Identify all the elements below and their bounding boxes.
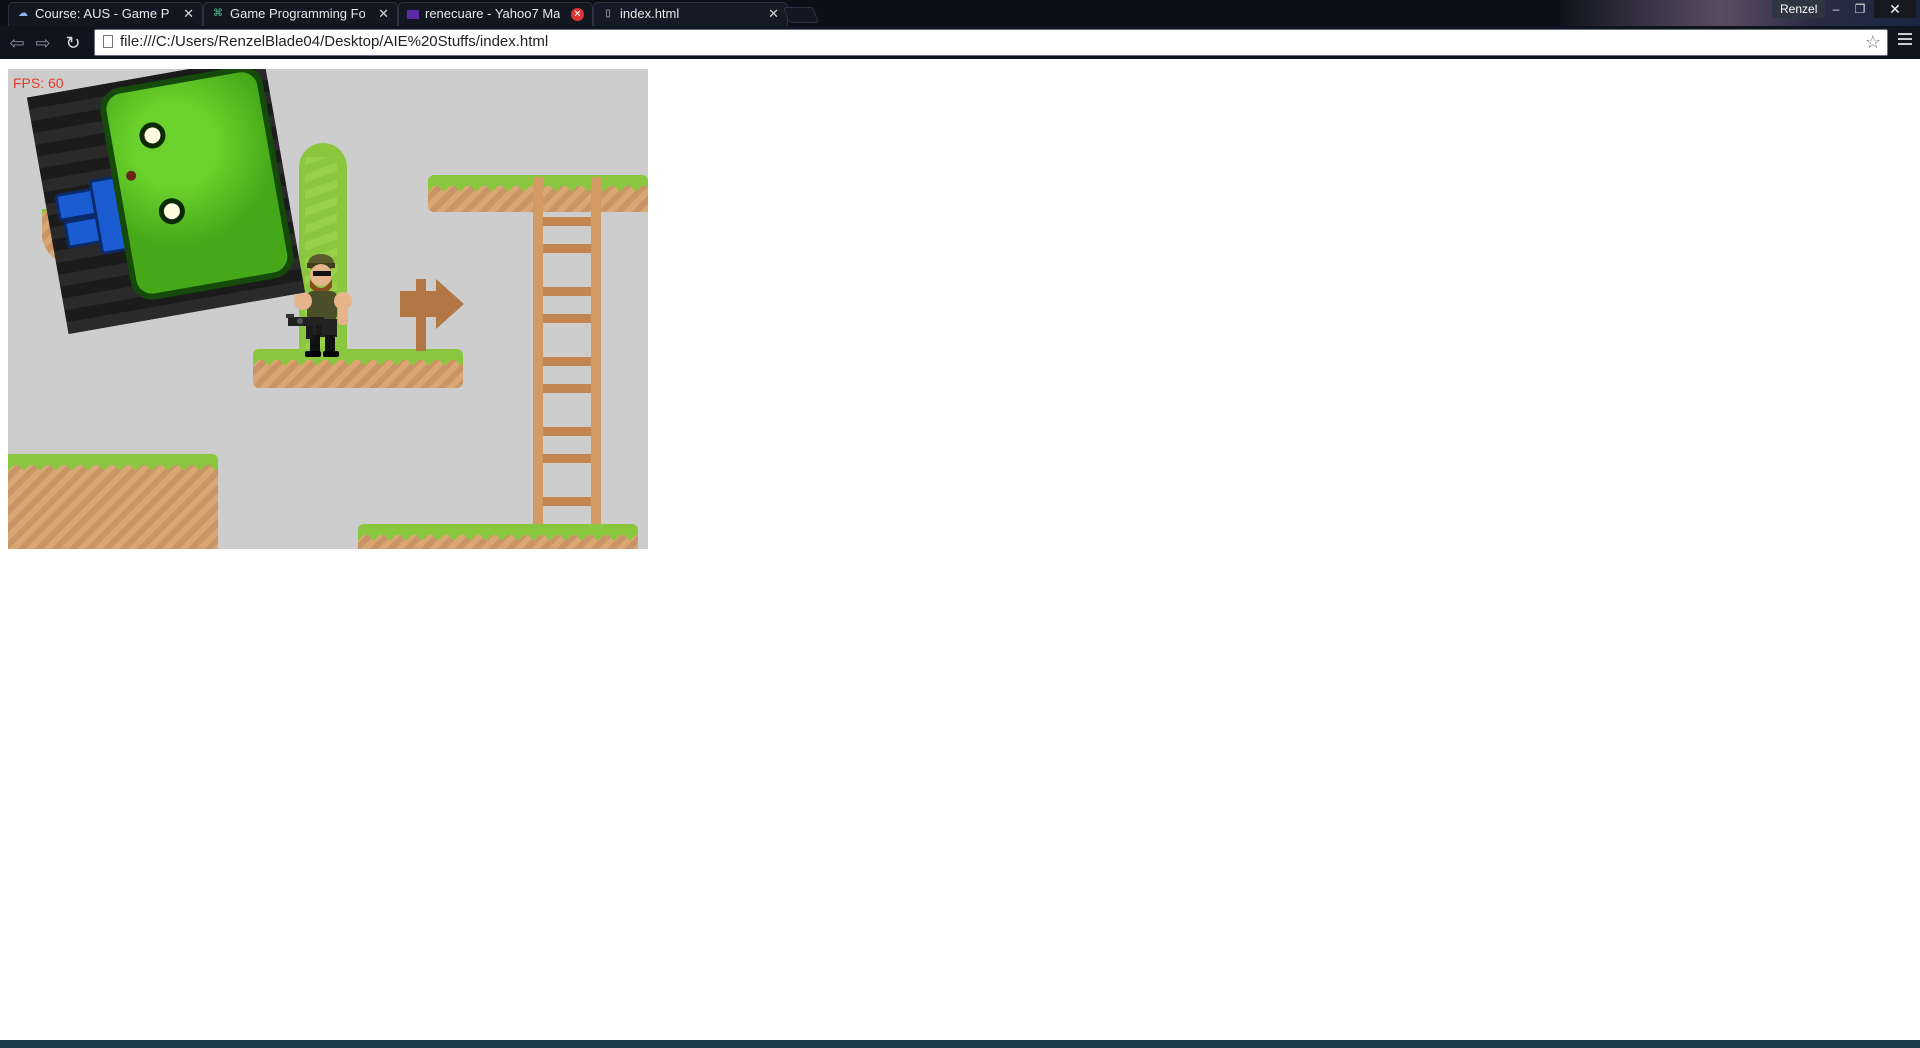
tab-title: Game Programming Foun [230,6,365,21]
yahoo-mail-favicon-icon [407,10,419,19]
ladder-rung [543,384,591,393]
tab-title: index.html [620,6,680,21]
ladder-rail-right [591,177,601,549]
tab-strip: ☁ Course: AUS - Game Prog ✕ ⌘ Game Progr… [0,0,1920,26]
ladder-rung [543,217,591,226]
ladder-rail-left [533,177,543,549]
ladder-rung [543,287,591,296]
tab-yahoo-mail[interactable]: renecuare - Yahoo7 Mail ✕ [398,2,593,26]
ladder-rung [543,244,591,253]
ladder-rung [543,314,591,323]
gun-icon [286,314,324,339]
tab-title: renecuare - Yahoo7 Mail [425,6,560,21]
bottom-right-ground-dirt [358,535,638,549]
bottom-left-ground-dirt [8,465,218,549]
tab-game-programming[interactable]: ⌘ Game Programming Foun ✕ [203,2,398,26]
close-window-button[interactable]: ✕ [1874,0,1916,18]
middle-platform-dirt [253,360,463,388]
tab-close-icon[interactable]: ✕ [768,3,779,25]
enemy-sprite [26,69,306,335]
minimize-button[interactable]: – [1824,0,1848,18]
tab-index-html[interactable]: ▯ index.html ✕ [593,2,788,26]
fps-counter: FPS: 60 [13,75,64,91]
game-canvas[interactable]: FPS: 60 [8,69,648,549]
ladder-rung [543,427,591,436]
address-bar[interactable]: file:///C:/Users/RenzelBlade04/Desktop/A… [94,29,1888,56]
enemy-eye [156,196,187,227]
new-tab-button[interactable] [783,7,819,23]
page-favicon-icon: ▯ [605,8,611,19]
doc-favicon-icon: ⌘ [213,8,223,19]
signpost-board [400,291,436,317]
ladder-rung [543,357,591,366]
enemy-wound [125,169,137,182]
profile-button[interactable]: Renzel [1772,0,1826,18]
tab-close-icon[interactable]: ✕ [378,3,389,25]
enemy-eye [137,120,168,151]
tab-course[interactable]: ☁ Course: AUS - Game Prog ✕ [8,2,203,26]
url-text[interactable]: file:///C:/Users/RenzelBlade04/Desktop/A… [120,32,548,52]
back-arrow-icon[interactable]: ⇦ [6,32,28,54]
bookmark-star-icon[interactable]: ☆ [1865,30,1881,54]
ladder-rung [543,454,591,463]
restore-button[interactable]: ❐ [1848,0,1872,18]
page-icon [103,35,113,48]
taskbar [0,1040,1920,1048]
menu-icon[interactable] [1898,33,1912,47]
tab-close-icon[interactable]: ✕ [571,8,584,21]
ladder-rung [543,497,591,506]
tab-title: Course: AUS - Game Prog [35,6,170,21]
tab-close-icon[interactable]: ✕ [183,3,194,25]
browser-toolbar: ⇦ ⇨ ↻ file:///C:/Users/RenzelBlade04/Des… [0,26,1920,59]
forward-arrow-icon[interactable]: ⇨ [32,32,54,54]
arrow-right-icon [436,279,464,329]
course-favicon-icon: ☁ [18,8,28,19]
reload-icon[interactable]: ↻ [62,32,84,54]
